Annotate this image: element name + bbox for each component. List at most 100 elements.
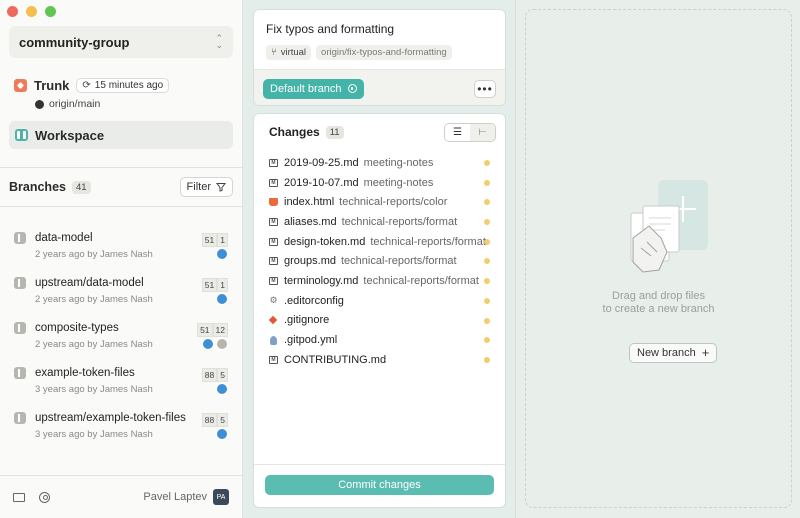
branch-icon	[14, 322, 26, 334]
remote-branch-tag: origin/fix-typos-and-formatting	[316, 45, 452, 60]
md-file-icon: M	[269, 276, 278, 285]
changes-count: 11	[325, 125, 344, 139]
changed-file-row[interactable]: M CONTRIBUTING.md	[254, 350, 505, 370]
project-selector[interactable]: community-group ⌃ ⌄	[9, 26, 233, 58]
changed-file-row[interactable]: .gitignore	[254, 311, 505, 331]
git-file-icon	[268, 316, 278, 325]
commit-changes-button[interactable]: Commit changes	[265, 475, 494, 495]
changed-file-row[interactable]: .gitpod.yml	[254, 330, 505, 350]
diff-removed: 12	[212, 323, 228, 337]
new-branch-button[interactable]: New branch +	[629, 343, 718, 363]
modified-status-dot	[484, 297, 490, 304]
diff-stats: 51 1	[201, 278, 228, 292]
maximize-window-button[interactable]	[45, 6, 56, 17]
branch-icon: ⑂	[271, 47, 277, 58]
default-branch-button[interactable]: Default branch	[263, 78, 364, 99]
file-name: design-token.md	[284, 235, 366, 248]
file-directory: meeting-notes	[363, 156, 434, 169]
close-window-button[interactable]	[7, 6, 18, 17]
branch-name: upstream/data-model	[35, 277, 144, 289]
branch-title[interactable]: Fix typos and formatting	[266, 22, 493, 36]
modified-status-dot	[484, 179, 490, 186]
trunk-sync-badge[interactable]: ⟳ 15 minutes ago	[76, 78, 170, 93]
md-file-icon: M	[269, 257, 278, 266]
html-file-icon	[269, 198, 278, 207]
diff-stats: 88 5	[201, 413, 228, 427]
changed-file-row[interactable]: ⚙ .editorconfig	[254, 291, 505, 311]
list-view-icon[interactable]: ☰	[445, 123, 470, 141]
diff-removed: 1	[217, 278, 228, 292]
default-branch-label: Default branch	[270, 82, 342, 95]
diff-stats: 51 12	[197, 323, 228, 337]
filter-button[interactable]: Filter	[179, 177, 233, 197]
filter-icon	[216, 183, 226, 192]
branch-item-upstream-example-token-files[interactable]: upstream/example-token-files 3 years ago…	[0, 394, 242, 440]
branch-icon	[14, 412, 26, 424]
trunk-icon	[14, 79, 27, 92]
branch-name: data-model	[35, 232, 93, 244]
file-directory: meeting-notes	[363, 176, 434, 189]
branch-icon	[14, 367, 26, 379]
user-profile[interactable]: Pavel Laptev PA	[143, 489, 229, 505]
changed-file-row[interactable]: Maliases.md technical-reports/format	[254, 212, 505, 232]
sidebar-item-workspace[interactable]: Workspace	[9, 121, 233, 149]
branch-item-composite-types[interactable]: composite-types 2 years ago by James Nas…	[0, 304, 242, 350]
more-options-button[interactable]: •••	[474, 79, 496, 98]
modified-status-dot	[484, 219, 490, 226]
diff-stats: 51 1	[201, 233, 228, 247]
changed-file-row[interactable]: Mdesign-token.md technical-reports/format	[254, 232, 505, 252]
branches-title: Branches	[9, 180, 66, 194]
branch-icon	[14, 277, 26, 289]
branch-item-data-model[interactable]: data-model 2 years ago by James Nash 51 …	[0, 214, 242, 260]
md-file-icon: M	[269, 178, 278, 187]
project-name: community-group	[19, 34, 130, 50]
diff-removed: 1	[217, 233, 228, 247]
branch-name: upstream/example-token-files	[35, 412, 186, 424]
target-icon	[347, 84, 357, 93]
file-name: .gitignore	[284, 314, 330, 327]
sidebar-footer: Pavel Laptev PA	[0, 475, 242, 518]
branch-name: composite-types	[35, 322, 119, 334]
virtual-tag: ⑂ virtual	[266, 45, 312, 60]
filter-label: Filter	[186, 181, 211, 193]
github-icon	[35, 99, 44, 109]
yml-file-icon	[270, 335, 277, 345]
branch-meta: 3 years ago by James Nash	[35, 429, 153, 440]
changed-file-row[interactable]: M 2019-10-07.md meeting-notes	[254, 173, 505, 193]
branch-icon	[14, 232, 26, 244]
modified-status-dot	[484, 356, 490, 363]
tree-view-icon[interactable]: ⊢	[470, 123, 495, 141]
changed-file-row[interactable]: Mgroups.md technical-reports/format	[254, 251, 505, 271]
file-directory: technical-reports/format	[340, 255, 457, 268]
file-name: .editorconfig	[284, 294, 344, 307]
window-controls	[7, 6, 56, 17]
mail-icon[interactable]	[13, 492, 25, 502]
cfg-file-icon: ⚙	[269, 295, 278, 306]
branch-item-example-token-files[interactable]: example-token-files 3 years ago by James…	[0, 349, 242, 395]
file-name: terminology.md	[284, 274, 359, 287]
trunk-section[interactable]: Trunk ⟳ 15 minutes ago origin/main	[14, 78, 234, 110]
md-file-icon: M	[269, 237, 278, 246]
file-directory: technical-reports/color	[339, 196, 448, 209]
file-name: CONTRIBUTING.md	[284, 353, 387, 366]
md-file-icon: M	[269, 217, 278, 226]
changed-file-row[interactable]: M 2019-09-25.md meeting-notes	[254, 153, 505, 173]
branch-item-upstream-data-model[interactable]: upstream/data-model 2 years ago by James…	[0, 259, 242, 305]
sidebar: community-group ⌃ ⌄ Trunk ⟳ 15 minutes ag…	[0, 0, 243, 518]
plus-icon: +	[701, 345, 710, 360]
diff-added: 51	[197, 323, 213, 337]
changed-file-row[interactable]: Mterminology.md technical-reports/format	[254, 271, 505, 291]
new-branch-label: New branch	[637, 347, 696, 359]
branch-list[interactable]: data-model 2 years ago by James Nash 51 …	[0, 208, 242, 474]
diff-removed: 5	[217, 413, 228, 427]
file-drop-illustration	[630, 180, 708, 273]
drop-zone[interactable]: Drag and drop files to create a new bran…	[525, 9, 792, 508]
gear-icon[interactable]	[39, 491, 50, 503]
changed-file-row[interactable]: index.html technical-reports/color	[254, 192, 505, 212]
diff-added: 51	[201, 233, 218, 247]
trunk-origin: origin/main	[49, 98, 101, 110]
file-directory: technical-reports/format	[370, 235, 486, 248]
changes-card: Changes 11 ☰ ⊢ M 2019-09-25.md meeting-not…	[253, 113, 506, 508]
modified-status-dot	[484, 317, 490, 324]
minimize-window-button[interactable]	[26, 6, 37, 17]
